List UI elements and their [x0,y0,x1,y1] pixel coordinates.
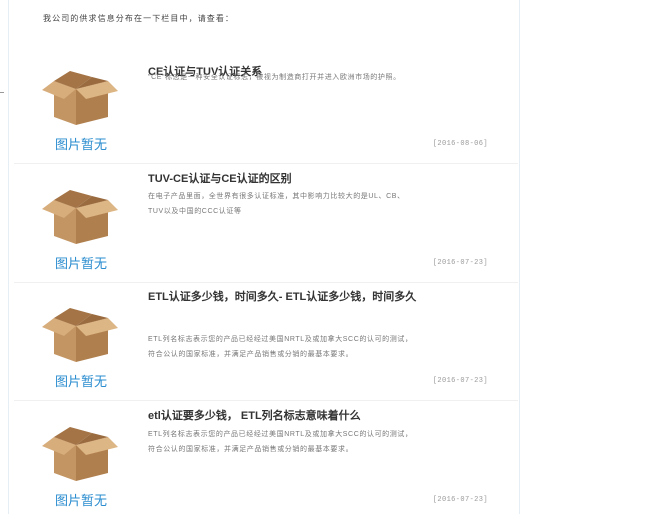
list-item[interactable]: 图片暂无 CE认证与TUV认证关系 "CE"标志是一种安全认证标志，被视为制造商… [14,47,518,164]
article-summary: 在电子产品里面，全世界有很多认证标准，其中影响力比较大的是UL、CB、TUV以及… [148,193,405,215]
no-image-label[interactable]: 图片暂无 [28,490,134,509]
list-item[interactable]: 图片暂无 ETL认证多少钱，时间多久- ETL认证多少钱，时间多久 ETL列名标… [14,284,518,401]
article-title[interactable]: ETL认证多少钱，时间多久- ETL认证多少钱，时间多久 [148,284,418,310]
no-image-label[interactable]: 图片暂无 [28,371,134,390]
box-placeholder-icon[interactable] [40,421,120,481]
intro-text: 我公司的供求信息分布在一下栏目中，请查看： [43,14,235,23]
article-summary: ETL列名标志表示您的产品已经经过美国NRTL及或加拿大SCC的认可的测试，符合… [148,431,413,453]
article-date: [2016-07-23] [432,377,488,385]
article-date: [2016-07-23] [432,259,488,267]
article-title[interactable]: etl认证要多少钱， ETL列名标志意味着什么 [148,403,418,429]
box-placeholder-icon[interactable] [40,184,120,244]
article-date: [2016-08-06] [432,140,488,148]
box-placeholder-icon[interactable] [40,302,120,362]
list-item[interactable]: 图片暂无 TUV-CE认证与CE认证的区别 在电子产品里面，全世界有很多认证标准… [14,166,518,283]
list-item[interactable]: 图片暂无 etl认证要多少钱， ETL列名标志意味着什么 ETL列名标志表示您的… [14,403,518,519]
article-summary: ETL列名标志表示您的产品已经经过美国NRTL及或加拿大SCC的认可的测试，符合… [148,336,413,358]
no-image-label[interactable]: 图片暂无 [28,253,134,272]
article-date: [2016-07-23] [432,496,488,504]
no-image-label[interactable]: 图片暂无 [28,134,134,153]
edge-mark [0,92,4,93]
box-placeholder-icon[interactable] [40,65,120,125]
article-summary: "CE"标志是一种安全认证标志，被视为制造商打开并进入欧洲市场的护照。 [148,74,401,81]
